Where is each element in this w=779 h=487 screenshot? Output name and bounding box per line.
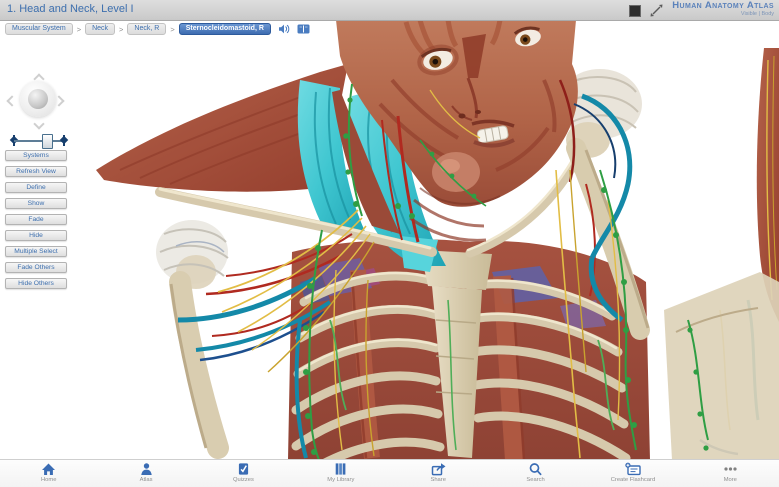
resize-diagonal-icon[interactable] [650,4,663,17]
zoom-slider[interactable] [9,133,69,149]
hide-button[interactable]: Hide [5,230,67,241]
breadcrumb-neck-r[interactable]: Neck, R [127,23,167,35]
library-books-icon [336,463,346,475]
more-button[interactable]: More [682,460,779,487]
quizzes-button[interactable]: Quizzes [195,460,292,487]
joystick-ball[interactable] [28,89,48,109]
human-anatomy-atlas-app: 1. Head and Neck, Level I Human Anatomy … [0,0,779,487]
page-title: 1. Head and Neck, Level I [7,3,134,15]
share-icon [431,463,446,476]
breadcrumb-separator: > [119,24,124,34]
rotate-left-chevron-icon[interactable] [6,95,18,107]
book-info-icon[interactable] [297,24,310,34]
app-logo-title: Human Anatomy Atlas [672,0,774,11]
rotation-joystick[interactable] [6,73,66,130]
multiple-select-button[interactable]: Multiple Select [5,246,67,257]
zoom-slider-thumb[interactable] [42,134,53,149]
breadcrumb-selected-structure[interactable]: Sternocleidomastoid, R [178,23,271,35]
breadcrumb-muscular-system[interactable]: Muscular System [5,23,73,35]
app-logo-subtitle: Visible | Body [740,11,774,17]
hide-others-button[interactable]: Hide Others [5,278,67,289]
tool-label: Create Flashcard [610,477,656,483]
flashcard-plus-icon [625,462,641,476]
breadcrumb-neck[interactable]: Neck [85,23,116,35]
refresh-view-button[interactable]: Refresh View [5,166,67,177]
tool-label: My Library [327,477,355,483]
stop-square-icon[interactable] [629,4,641,17]
left-control-panel: Systems Refresh View Define Show Fade Hi… [5,150,67,289]
app-logo: Human Anatomy Atlas Visible | Body [672,1,774,19]
systems-button[interactable]: Systems [5,150,67,161]
tool-label: Home [40,477,57,483]
slider-end-cap [63,135,65,146]
show-button[interactable]: Show [5,198,67,209]
search-button[interactable]: Search [487,460,584,487]
my-library-button[interactable]: My Library [292,460,389,487]
anatomy-3d-view[interactable] [0,20,779,460]
define-button[interactable]: Define [5,182,67,193]
more-dots-icon [724,467,737,471]
home-icon [42,463,56,475]
breadcrumb-separator: > [170,24,175,34]
tool-label: Search [526,477,545,483]
tool-label: More [723,477,737,483]
atlas-person-icon [140,463,152,475]
quiz-checkbox-icon [238,463,249,475]
search-icon [529,463,542,476]
fade-others-button[interactable]: Fade Others [5,262,67,273]
slider-track [14,140,64,142]
breadcrumb: Muscular System > Neck > Neck, R > Stern… [5,23,310,35]
bottom-toolbar: Home Atlas Quizzes My Library Share Sear… [0,459,779,487]
title-bar: 1. Head and Neck, Level I Human Anatomy … [0,0,779,21]
fade-button[interactable]: Fade [5,214,67,225]
tool-label: Share [430,477,446,483]
tool-label: Atlas [139,477,153,483]
create-flashcard-button[interactable]: Create Flashcard [584,460,681,487]
tool-label: Quizzes [232,477,254,483]
atlas-button[interactable]: Atlas [97,460,194,487]
share-button[interactable]: Share [390,460,487,487]
audio-pronounce-icon[interactable] [278,24,290,34]
home-button[interactable]: Home [0,460,97,487]
breadcrumb-separator: > [76,24,82,34]
